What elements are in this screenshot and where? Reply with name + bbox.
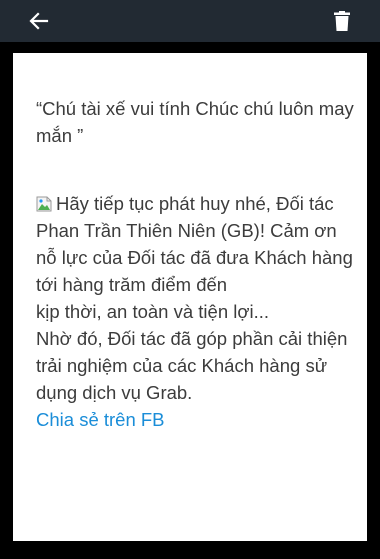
- message-content: “Chú tài xế vui tính Chúc chú luôn may m…: [36, 95, 356, 433]
- app-bar: [0, 0, 380, 42]
- back-button[interactable]: [22, 0, 56, 42]
- message-line-2: Phan Trần Thiên Niên (GB)! Cảm ơn nỗ lực…: [36, 220, 353, 295]
- message-line-3: kịp thời, an toàn và tiện lợi...: [36, 301, 270, 322]
- trash-icon: [334, 11, 350, 31]
- delete-button[interactable]: [322, 0, 362, 42]
- broken-image-icon: [36, 192, 52, 212]
- message-card: “Chú tài xế vui tính Chúc chú luôn may m…: [13, 53, 367, 541]
- rating-quote: “Chú tài xế vui tính Chúc chú luôn may m…: [36, 98, 354, 146]
- message-line-1: Hãy tiếp tục phát huy nhé, Đối tác: [36, 190, 356, 217]
- share-facebook-link[interactable]: Chia sẻ trên FB: [36, 406, 356, 433]
- message-line-4: Nhờ đó, Đối tác đã góp phần cải thiện tr…: [36, 328, 348, 403]
- arrow-left-icon: [29, 12, 49, 30]
- message-body: Hãy tiếp tục phát huy nhé, Đối tác Phan …: [36, 190, 356, 406]
